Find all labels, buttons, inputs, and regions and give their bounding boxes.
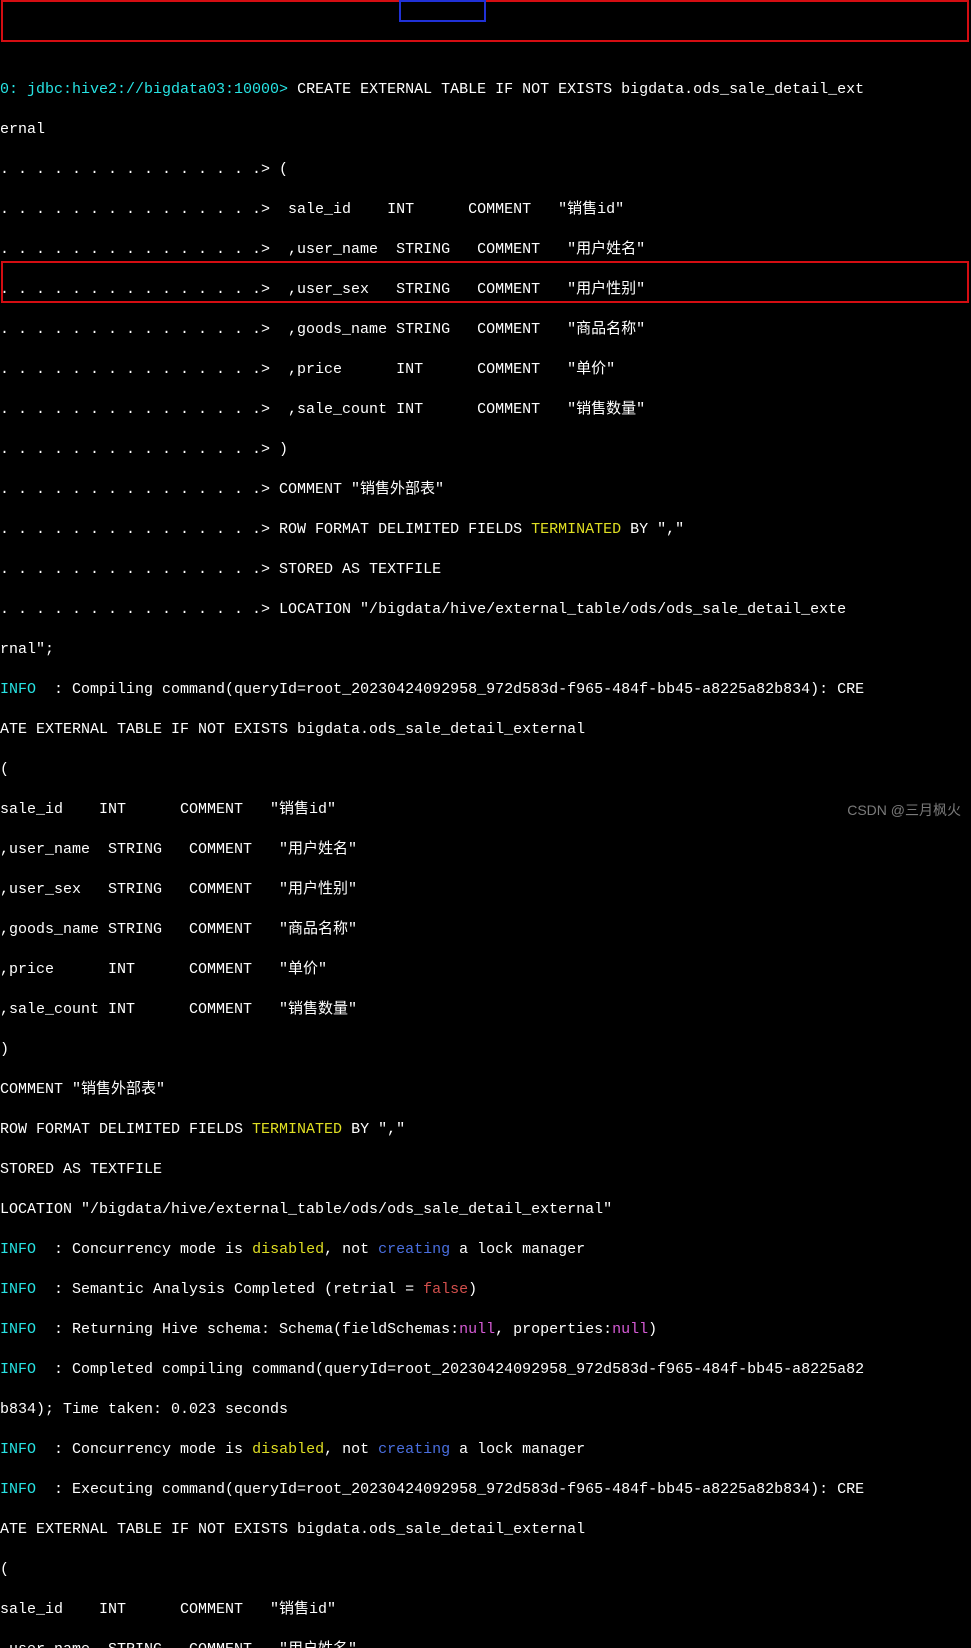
- echo-col-5: ,sale_count INT COMMENT "销售数量": [0, 1000, 971, 1020]
- prompt: 0: jdbc:hive2://bigdata03:10000>: [0, 81, 297, 98]
- col-4: . . . . . . . . . . . . . . .> ,price IN…: [0, 360, 971, 380]
- echo-col-3: ,goods_name STRING COMMENT "商品名称": [0, 920, 971, 940]
- echo-open: (: [0, 760, 971, 780]
- null-kw-1: null: [459, 1321, 495, 1338]
- disabled-kw: disabled: [252, 1241, 324, 1258]
- info-completed-2: b834); Time taken: 0.023 seconds: [0, 1400, 971, 1420]
- create-wrap: ernal: [0, 120, 971, 140]
- prompt-line: 0: jdbc:hive2://bigdata03:10000> CREATE …: [0, 80, 971, 100]
- cont-comment: . . . . . . . . . . . . . . .> COMMENT "…: [0, 480, 971, 500]
- null-kw-2: null: [612, 1321, 648, 1338]
- info-executing-1: INFO : Executing command(queryId=root_20…: [0, 1480, 971, 1500]
- create-head-1: CREATE: [297, 81, 360, 98]
- create-head-2: TABLE IF NOT EXISTS bigdata.ods_sale_det…: [432, 81, 864, 98]
- external-kw: EXTERNAL: [360, 81, 432, 98]
- highlight-box-location: [1, 261, 969, 303]
- false-kw: false: [423, 1281, 468, 1298]
- creating-kw: creating: [378, 1241, 450, 1258]
- info-label: INFO: [0, 681, 36, 698]
- echo-col-2: ,user_sex STRING COMMENT "用户性别": [0, 880, 971, 900]
- terminated-kw: TERMINATED: [531, 521, 621, 538]
- echo-rowformat: ROW FORMAT DELIMITED FIELDS TERMINATED B…: [0, 1120, 971, 1140]
- echo-col-0: sale_id INT COMMENT "销售id": [0, 800, 971, 820]
- cont-paren-close: . . . . . . . . . . . . . . .> ): [0, 440, 971, 460]
- cont-paren-open: . . . . . . . . . . . . . . .> (: [0, 160, 971, 180]
- echo2-col-1: ,user_name STRING COMMENT "用户姓名": [0, 1640, 971, 1648]
- col-5: . . . . . . . . . . . . . . .> ,sale_cou…: [0, 400, 971, 420]
- cont-stored: . . . . . . . . . . . . . . .> STORED AS…: [0, 560, 971, 580]
- info-executing-2: ATE EXTERNAL TABLE IF NOT EXISTS bigdata…: [0, 1520, 971, 1540]
- cont-rowformat: . . . . . . . . . . . . . . .> ROW FORMA…: [0, 520, 971, 540]
- info-returning: INFO : Returning Hive schema: Schema(fie…: [0, 1320, 971, 1340]
- echo-col-1: ,user_name STRING COMMENT "用户姓名": [0, 840, 971, 860]
- info-concurrency-1: INFO : Concurrency mode is disabled, not…: [0, 1240, 971, 1260]
- col-0: . . . . . . . . . . . . . . .> sale_id I…: [0, 200, 971, 220]
- echo2-col-0: sale_id INT COMMENT "销售id": [0, 1600, 971, 1620]
- info-compile-2: ATE EXTERNAL TABLE IF NOT EXISTS bigdata…: [0, 720, 971, 740]
- echo-stored: STORED AS TEXTFILE: [0, 1160, 971, 1180]
- info-completed-1: INFO : Completed compiling command(query…: [0, 1360, 971, 1380]
- watermark: CSDN @三月枫火: [847, 800, 961, 820]
- echo-col-4: ,price INT COMMENT "单价": [0, 960, 971, 980]
- terminated-kw-2: TERMINATED: [252, 1121, 342, 1138]
- highlight-box-external: [399, 0, 486, 22]
- info-semantic: INFO : Semantic Analysis Completed (retr…: [0, 1280, 971, 1300]
- echo-close: ): [0, 1040, 971, 1060]
- info-compile: INFO : Compiling command(queryId=root_20…: [0, 680, 971, 700]
- col-3: . . . . . . . . . . . . . . .> ,goods_na…: [0, 320, 971, 340]
- info-concurrency-2: INFO : Concurrency mode is disabled, not…: [0, 1440, 971, 1460]
- echo-comment: COMMENT "销售外部表": [0, 1080, 971, 1100]
- col-1: . . . . . . . . . . . . . . .> ,user_nam…: [0, 240, 971, 260]
- echo-location: LOCATION "/bigdata/hive/external_table/o…: [0, 1200, 971, 1220]
- location-wrap: rnal";: [0, 640, 971, 660]
- cont-location: . . . . . . . . . . . . . . .> LOCATION …: [0, 600, 971, 620]
- echo2-open: (: [0, 1560, 971, 1580]
